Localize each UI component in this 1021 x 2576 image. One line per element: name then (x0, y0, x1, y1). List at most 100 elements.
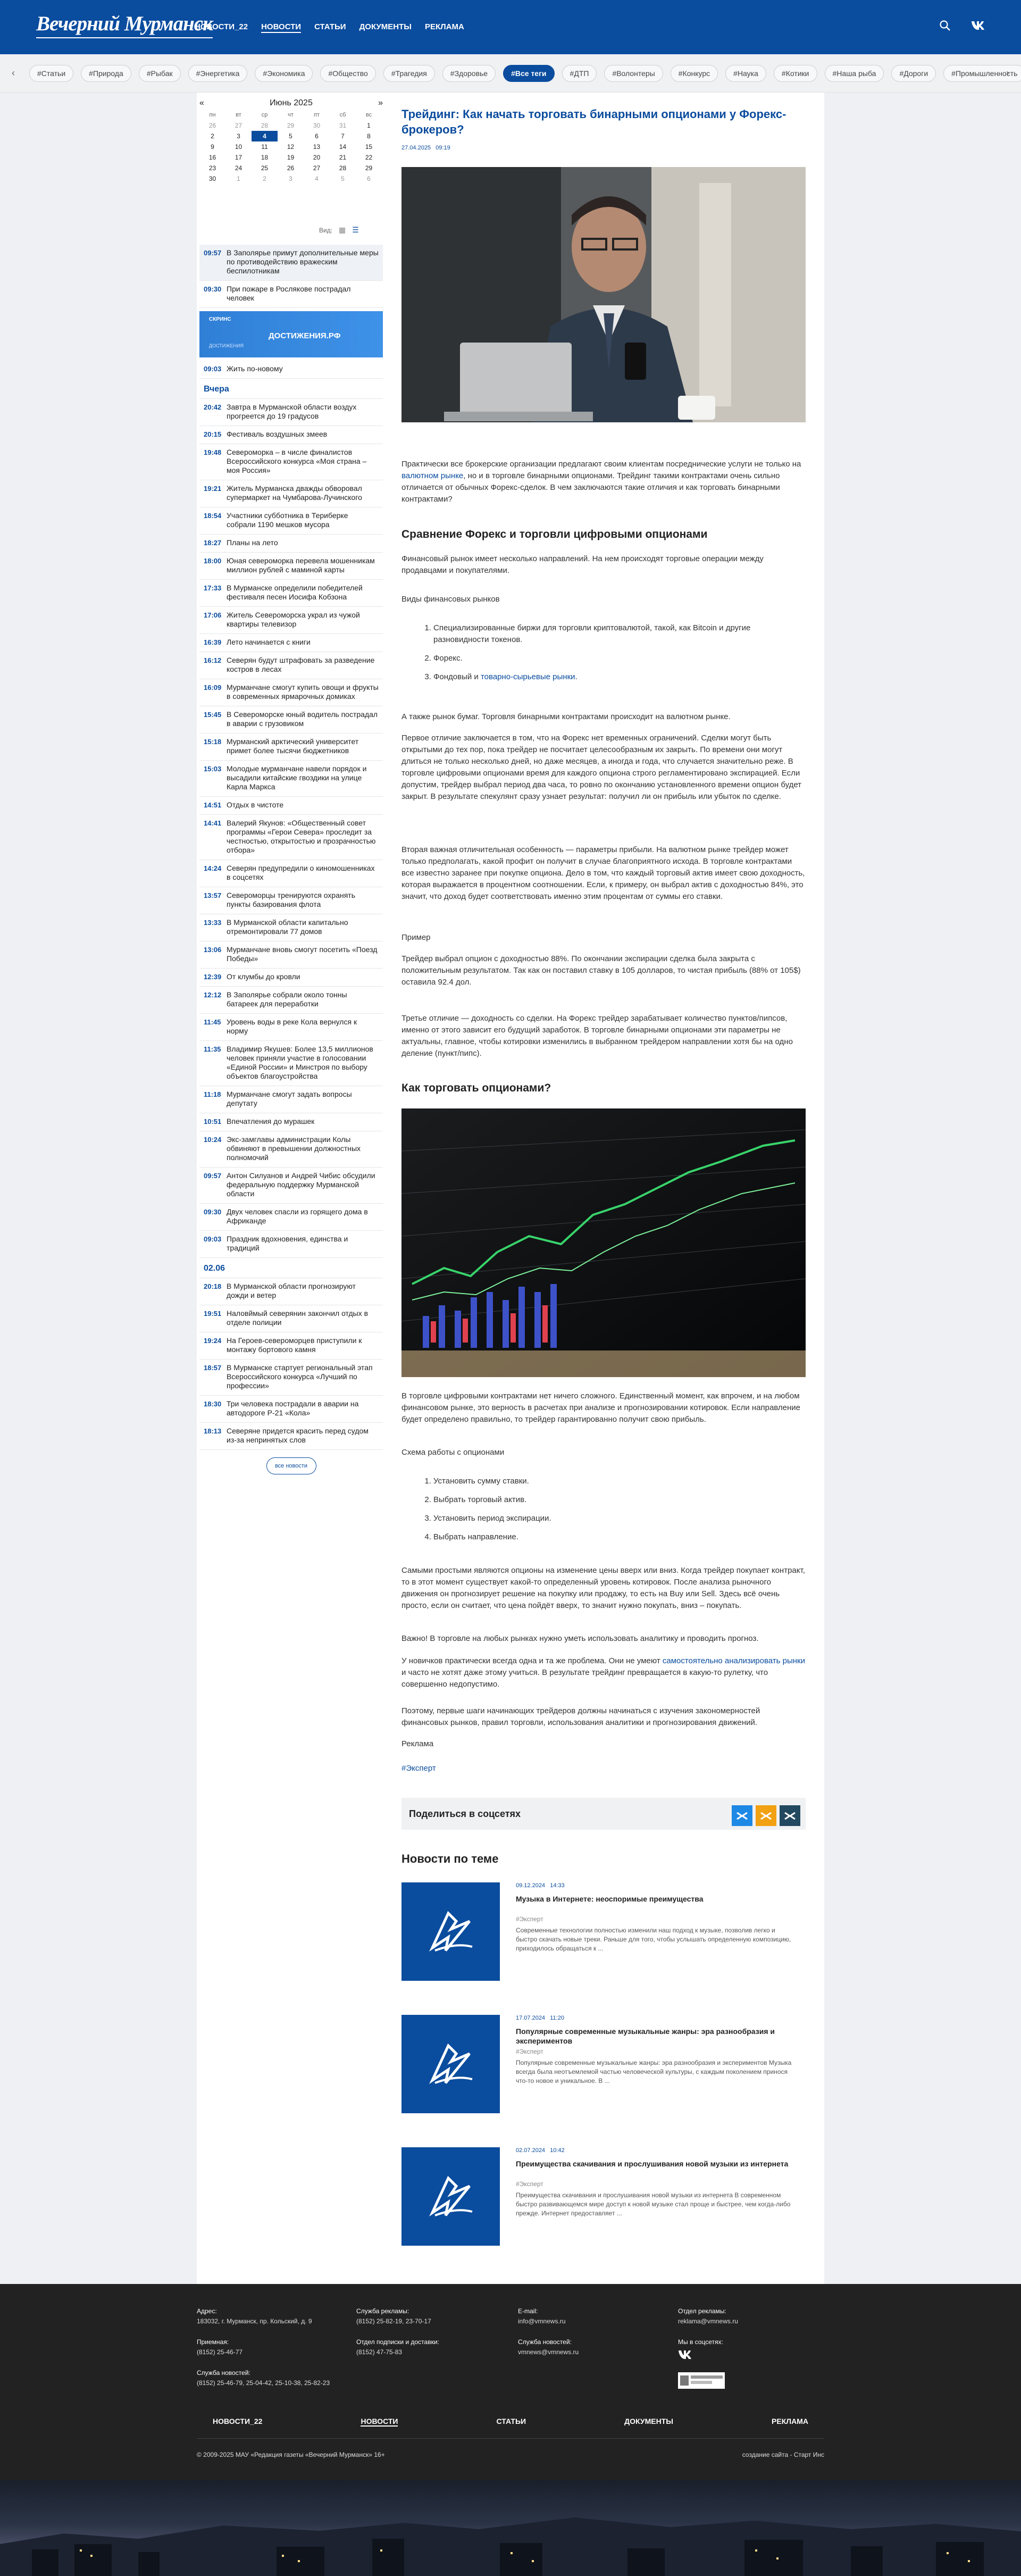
news-list-item[interactable]: 18:30 Три человека пострадали в аварии на… (199, 1396, 383, 1423)
news-list-item[interactable]: 13:06 Мурманчане вновь смогут посетить «П… (199, 941, 383, 969)
news-list-item[interactable]: 17:33 В Мурманске определили победителей … (199, 580, 383, 607)
nav-news22[interactable]: НОВОСТИ_22 (195, 22, 248, 33)
news-list-item[interactable]: 09:30 Двух человек спасли из горящего дом… (199, 1204, 383, 1231)
news-list-item[interactable]: 09:30 При пожаре в Рослякове пострадал че… (199, 281, 383, 308)
calendar-day[interactable]: 3 (278, 173, 304, 184)
news-list-item[interactable]: 09:57 Антон Силуанов и Андрей Чибис обсуд… (199, 1168, 383, 1204)
link-commodity-markets[interactable]: товарно-сырьевые рынки (481, 672, 575, 681)
all-news-button[interactable]: все новости (266, 1457, 316, 1474)
tag-chip[interactable]: #Трагедия (383, 65, 435, 82)
calendar-day[interactable]: 20 (304, 152, 330, 163)
related-news-tag[interactable]: #Эксперт (516, 2180, 543, 2188)
news-list-item[interactable]: 16:09 Мурманчане смогут купить овощи и фр… (199, 679, 383, 706)
tag-chip[interactable]: #Экономика (255, 65, 313, 82)
related-news-thumbnail[interactable] (401, 1882, 500, 1981)
footer-nav-articles[interactable]: СТАТЬИ (497, 2417, 526, 2427)
news-email-link[interactable]: vmnews@vmnews.ru (518, 2348, 579, 2356)
calendar-day[interactable]: 7 (330, 131, 356, 141)
calendar-day[interactable]: 29 (356, 163, 382, 173)
calendar-day[interactable]: 11 (252, 141, 278, 152)
news-list-item[interactable]: 19:48 Североморка – в числе финалистов Вс… (199, 444, 383, 480)
calendar-day[interactable]: 25 (252, 163, 278, 173)
tag-chip[interactable]: #Наука (725, 65, 766, 82)
tag-chip[interactable]: #Наша рыба (824, 65, 884, 82)
calendar-day[interactable]: 17 (225, 152, 252, 163)
news-list-item[interactable]: 16:12 Северян будут штрафовать за разведе… (199, 652, 383, 679)
news-list-item[interactable]: 10:51 Впечатления до мурашек (199, 1113, 383, 1131)
tags-next-arrow[interactable]: › (1006, 65, 1009, 81)
tag-chip[interactable]: #Общество (320, 65, 376, 82)
calendar-day[interactable]: 6 (356, 173, 382, 184)
calendar-day[interactable]: 27 (304, 163, 330, 173)
news-list-item[interactable]: 20:18 В Мурманской области прогнозируют д… (199, 1278, 383, 1305)
tag-chip[interactable]: #Волонтеры (604, 65, 663, 82)
news-list-item[interactable]: 11:18 Мурманчане смогут задать вопросы де… (199, 1086, 383, 1113)
calendar-day[interactable]: 15 (356, 141, 382, 152)
calendar-day[interactable]: 21 (330, 152, 356, 163)
calendar-day[interactable]: 30 (199, 173, 225, 184)
news-list-item[interactable]: 13:33 В Мурманской области капитально отр… (199, 914, 383, 941)
article-tag[interactable]: #Эксперт (401, 1764, 436, 1773)
calendar-day[interactable]: 18 (252, 152, 278, 163)
footer-nav-news[interactable]: НОВОСТИ (361, 2417, 398, 2427)
calendar-day[interactable]: 2 (199, 131, 225, 141)
tag-chip[interactable]: #Рыбак (138, 65, 181, 82)
news-list-item[interactable]: 18:57 В Мурманске стартует региональный э… (199, 1360, 383, 1396)
tag-chip[interactable]: #Энергетика (188, 65, 248, 82)
vk-icon[interactable] (971, 20, 985, 35)
news-list-item[interactable]: 12:12 В Заполярье собрали около тонны бат… (199, 987, 383, 1014)
calendar-day[interactable]: 14 (330, 141, 356, 152)
news-list-item[interactable]: 11:35 Владимир Якушев: Более 13,5 миллион… (199, 1041, 383, 1086)
news-list-item[interactable]: 09:57 В Заполярье примут дополнительные м… (199, 245, 383, 281)
link-currency-market[interactable]: валютном рынке (401, 471, 463, 480)
news-list-item[interactable]: 18:27 Планы на лето (199, 535, 383, 553)
share-icon[interactable] (780, 1805, 800, 1826)
related-news-thumbnail[interactable] (401, 2015, 500, 2113)
grid-view-icon[interactable]: ▦ (339, 226, 346, 235)
calendar-day[interactable]: 29 (278, 120, 304, 131)
tag-chip[interactable]: #Промышленность (943, 65, 1021, 82)
calendar-day[interactable]: 16 (199, 152, 225, 163)
link-analyze-markets[interactable]: самостоятельно анализировать рынки (663, 1656, 805, 1665)
email-link[interactable]: info@vmnews.ru (518, 2317, 566, 2325)
related-news-item[interactable]: 02.07.2024 10:42 Преимущества скачивания … (401, 2147, 806, 2246)
calendar-day[interactable]: 13 (304, 141, 330, 152)
tag-chip[interactable]: #Дороги (891, 65, 936, 82)
site-logo[interactable]: Вечерний Мурманск (36, 13, 213, 38)
calendar-day[interactable]: 22 (356, 152, 382, 163)
news-list-item[interactable]: 09:03 Жить по-новому (199, 361, 383, 379)
calendar-day[interactable]: 8 (356, 131, 382, 141)
related-news-title[interactable]: Популярные современные музыкальные жанры… (516, 2027, 798, 2046)
calendar-day[interactable]: 2 (252, 173, 278, 184)
news-list-item[interactable]: 12:39 От клумбы до кровли (199, 969, 383, 987)
calendar-day[interactable]: 19 (278, 152, 304, 163)
calendar-day[interactable]: 5 (278, 131, 304, 141)
news-list-item[interactable]: 15:03 Молодые мурманчане навели порядок и… (199, 761, 383, 797)
news-list-item[interactable]: 20:15 Фестиваль воздушных змеев (199, 426, 383, 444)
related-news-title[interactable]: Преимущества скачивания и прослушивания … (516, 2159, 798, 2169)
news-list-item[interactable]: 16:39 Лето начинается с книги (199, 634, 383, 652)
search-icon[interactable] (939, 20, 951, 35)
tag-chip[interactable]: #Все теги (503, 65, 555, 82)
calendar-day[interactable]: 5 (330, 173, 356, 184)
related-news-thumbnail[interactable] (401, 2147, 500, 2246)
link-market-types[interactable]: Виды финансовых рынков (401, 594, 500, 605)
news-list-item[interactable]: 17:06 Житель Североморска украл из чужой … (199, 607, 383, 634)
link-analytics-note[interactable]: Важно! В торговле на любых рынках нужно … (401, 1633, 759, 1645)
news-list-item[interactable]: 14:51 Отдых в чистоте (199, 797, 383, 815)
news-list-item[interactable]: 11:45 Уровень воды в реке Кола вернулся к… (199, 1014, 383, 1041)
news-list-item[interactable]: 18:54 Участники субботника в Териберке со… (199, 507, 383, 535)
tag-chip[interactable]: #Конкурс (670, 65, 718, 82)
calendar-day[interactable]: 1 (225, 173, 252, 184)
calendar-day[interactable]: 26 (278, 163, 304, 173)
footer-developer-link[interactable]: создание сайта - Старт Инс (742, 2451, 824, 2458)
related-news-title[interactable]: Музыка в Интернете: неоспоримые преимуще… (516, 1894, 798, 1904)
counter-badge[interactable] (678, 2372, 725, 2389)
news-list-item[interactable]: 13:57 Североморцы тренируются охранять пу… (199, 887, 383, 914)
news-list-item[interactable]: 14:24 Северян предупредили о киномошенник… (199, 860, 383, 887)
nav-ads[interactable]: РЕКЛАМА (425, 22, 464, 33)
news-list-item[interactable]: 19:21 Житель Мурманска дважды обворовал с… (199, 480, 383, 507)
calendar-day[interactable]: 9 (199, 141, 225, 152)
related-news-item[interactable]: 09.12.2024 14:33 Музыка в Интернете: неос… (401, 1882, 806, 1981)
calendar-day[interactable]: 27 (225, 120, 252, 131)
